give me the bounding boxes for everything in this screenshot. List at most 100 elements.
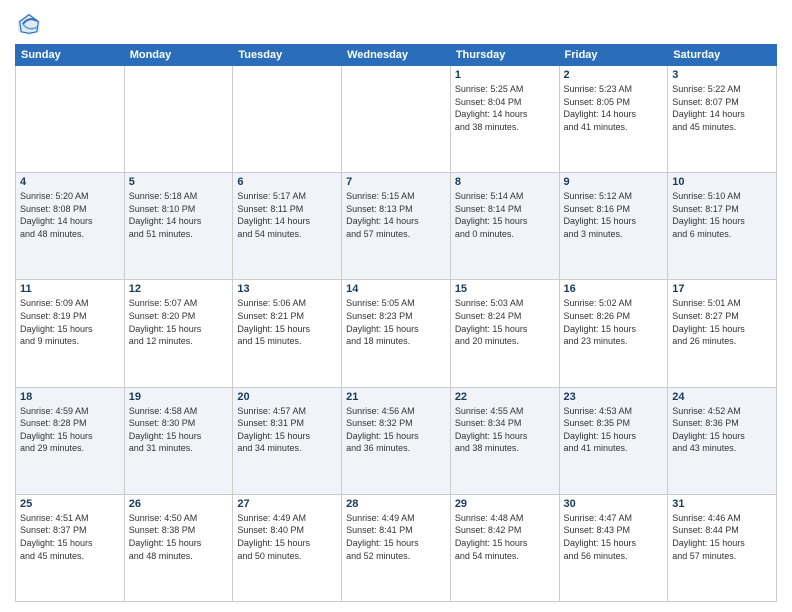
cell-line: and 48 minutes. (129, 550, 229, 563)
cell-line: and 48 minutes. (20, 228, 120, 241)
cell-line: and 15 minutes. (237, 335, 337, 348)
cell-line: Daylight: 15 hours (455, 323, 555, 336)
cell-line: Sunset: 8:05 PM (564, 96, 664, 109)
cell-line: and 36 minutes. (346, 442, 446, 455)
cell-line: and 20 minutes. (455, 335, 555, 348)
cell-line: Sunrise: 5:12 AM (564, 190, 664, 203)
cell-line: Sunset: 8:38 PM (129, 524, 229, 537)
day-number: 9 (564, 176, 664, 188)
cell-line: Sunrise: 4:48 AM (455, 512, 555, 525)
cell-line: Sunset: 8:21 PM (237, 310, 337, 323)
cell-line: Daylight: 15 hours (455, 430, 555, 443)
cell-line: Sunrise: 4:46 AM (672, 512, 772, 525)
weekday-header-thursday: Thursday (450, 45, 559, 66)
cell-line: Sunrise: 5:09 AM (20, 297, 120, 310)
cell-line: Sunset: 8:35 PM (564, 417, 664, 430)
day-number: 31 (672, 498, 772, 510)
cell-line: Sunset: 8:41 PM (346, 524, 446, 537)
cell-line: Sunset: 8:34 PM (455, 417, 555, 430)
weekday-header-friday: Friday (559, 45, 668, 66)
cell-line: Sunrise: 5:22 AM (672, 83, 772, 96)
cell-line: Daylight: 14 hours (346, 215, 446, 228)
cell-line: Sunset: 8:37 PM (20, 524, 120, 537)
calendar-cell: 7Sunrise: 5:15 AMSunset: 8:13 PMDaylight… (342, 173, 451, 280)
calendar-cell: 4Sunrise: 5:20 AMSunset: 8:08 PMDaylight… (16, 173, 125, 280)
calendar-table: SundayMondayTuesdayWednesdayThursdayFrid… (15, 44, 777, 602)
day-number: 30 (564, 498, 664, 510)
calendar-cell: 9Sunrise: 5:12 AMSunset: 8:16 PMDaylight… (559, 173, 668, 280)
week-row-1: 1Sunrise: 5:25 AMSunset: 8:04 PMDaylight… (16, 66, 777, 173)
cell-line: Daylight: 15 hours (20, 323, 120, 336)
cell-line: Sunset: 8:19 PM (20, 310, 120, 323)
cell-line: Sunrise: 5:17 AM (237, 190, 337, 203)
calendar-cell: 28Sunrise: 4:49 AMSunset: 8:41 PMDayligh… (342, 494, 451, 601)
cell-line: Daylight: 15 hours (672, 215, 772, 228)
cell-line: and 54 minutes. (237, 228, 337, 241)
cell-line: and 18 minutes. (346, 335, 446, 348)
cell-line: Daylight: 15 hours (20, 537, 120, 550)
calendar-cell (342, 66, 451, 173)
cell-line: Sunrise: 5:23 AM (564, 83, 664, 96)
logo-icon (15, 10, 43, 38)
calendar-cell: 3Sunrise: 5:22 AMSunset: 8:07 PMDaylight… (668, 66, 777, 173)
cell-line: Daylight: 15 hours (237, 323, 337, 336)
calendar-cell: 23Sunrise: 4:53 AMSunset: 8:35 PMDayligh… (559, 387, 668, 494)
calendar-cell: 25Sunrise: 4:51 AMSunset: 8:37 PMDayligh… (16, 494, 125, 601)
cell-line: Daylight: 15 hours (237, 537, 337, 550)
cell-line: and 9 minutes. (20, 335, 120, 348)
calendar-cell: 15Sunrise: 5:03 AMSunset: 8:24 PMDayligh… (450, 280, 559, 387)
cell-line: and 52 minutes. (346, 550, 446, 563)
cell-line: Daylight: 14 hours (237, 215, 337, 228)
calendar-cell: 18Sunrise: 4:59 AMSunset: 8:28 PMDayligh… (16, 387, 125, 494)
calendar-cell: 17Sunrise: 5:01 AMSunset: 8:27 PMDayligh… (668, 280, 777, 387)
cell-line: Sunset: 8:17 PM (672, 203, 772, 216)
cell-line: Daylight: 15 hours (455, 215, 555, 228)
cell-line: Daylight: 15 hours (672, 323, 772, 336)
calendar-cell: 19Sunrise: 4:58 AMSunset: 8:30 PMDayligh… (124, 387, 233, 494)
day-number: 21 (346, 391, 446, 403)
cell-line: Sunrise: 4:53 AM (564, 405, 664, 418)
cell-line: Sunset: 8:27 PM (672, 310, 772, 323)
calendar-cell: 30Sunrise: 4:47 AMSunset: 8:43 PMDayligh… (559, 494, 668, 601)
cell-line: Sunrise: 4:49 AM (346, 512, 446, 525)
calendar-cell: 21Sunrise: 4:56 AMSunset: 8:32 PMDayligh… (342, 387, 451, 494)
cell-line: Sunrise: 5:05 AM (346, 297, 446, 310)
calendar-cell: 20Sunrise: 4:57 AMSunset: 8:31 PMDayligh… (233, 387, 342, 494)
cell-line: Daylight: 15 hours (346, 537, 446, 550)
calendar-cell: 14Sunrise: 5:05 AMSunset: 8:23 PMDayligh… (342, 280, 451, 387)
cell-line: Daylight: 15 hours (346, 430, 446, 443)
day-number: 6 (237, 176, 337, 188)
calendar-cell: 13Sunrise: 5:06 AMSunset: 8:21 PMDayligh… (233, 280, 342, 387)
cell-line: Daylight: 15 hours (564, 323, 664, 336)
weekday-header-tuesday: Tuesday (233, 45, 342, 66)
cell-line: Sunrise: 4:58 AM (129, 405, 229, 418)
cell-line: and 29 minutes. (20, 442, 120, 455)
cell-line: and 56 minutes. (564, 550, 664, 563)
cell-line: Daylight: 14 hours (129, 215, 229, 228)
cell-line: Sunrise: 5:01 AM (672, 297, 772, 310)
weekday-header-row: SundayMondayTuesdayWednesdayThursdayFrid… (16, 45, 777, 66)
cell-line: Daylight: 15 hours (20, 430, 120, 443)
cell-line: Sunset: 8:08 PM (20, 203, 120, 216)
cell-line: and 45 minutes. (20, 550, 120, 563)
cell-line: and 57 minutes. (672, 550, 772, 563)
day-number: 11 (20, 283, 120, 295)
cell-line: and 41 minutes. (564, 121, 664, 134)
cell-line: and 31 minutes. (129, 442, 229, 455)
cell-line: and 38 minutes. (455, 442, 555, 455)
logo (15, 10, 47, 38)
calendar-cell: 12Sunrise: 5:07 AMSunset: 8:20 PMDayligh… (124, 280, 233, 387)
day-number: 20 (237, 391, 337, 403)
cell-line: and 12 minutes. (129, 335, 229, 348)
cell-line: Sunset: 8:23 PM (346, 310, 446, 323)
cell-line: Daylight: 15 hours (564, 215, 664, 228)
weekday-header-sunday: Sunday (16, 45, 125, 66)
day-number: 5 (129, 176, 229, 188)
cell-line: and 41 minutes. (564, 442, 664, 455)
cell-line: Sunset: 8:13 PM (346, 203, 446, 216)
cell-line: Sunrise: 5:06 AM (237, 297, 337, 310)
cell-line: Sunrise: 5:18 AM (129, 190, 229, 203)
day-number: 22 (455, 391, 555, 403)
cell-line: Sunset: 8:32 PM (346, 417, 446, 430)
cell-line: Sunrise: 5:14 AM (455, 190, 555, 203)
